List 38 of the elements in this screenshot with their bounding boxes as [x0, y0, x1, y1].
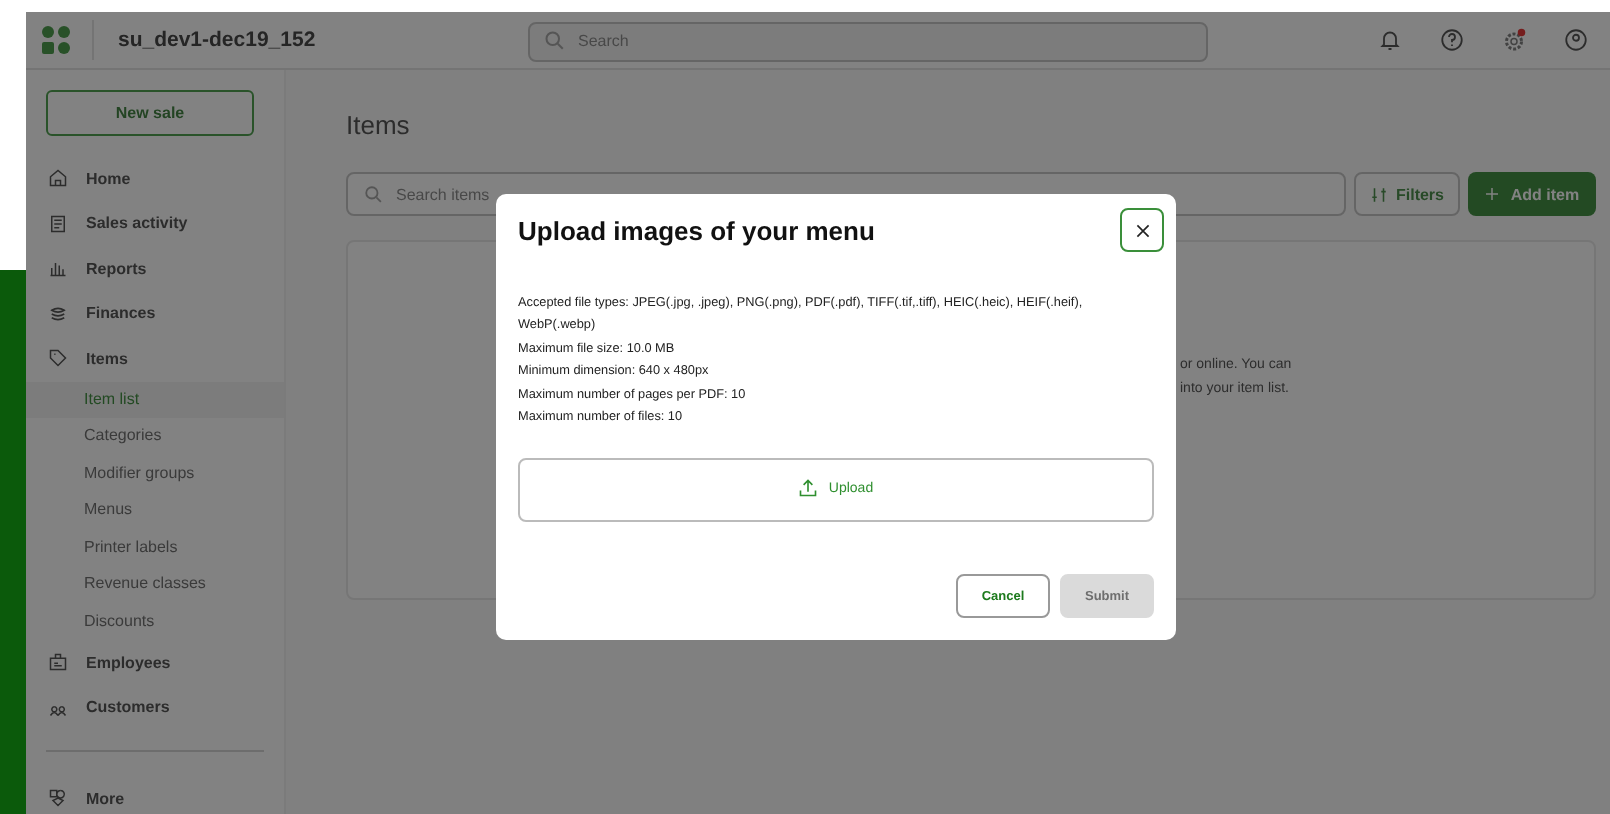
home-icon: [48, 168, 68, 189]
add-item-button[interactable]: Add item: [1468, 172, 1596, 216]
profile-icon[interactable]: [1564, 28, 1588, 52]
search-icon: [364, 185, 382, 203]
bell-icon[interactable]: [1378, 28, 1402, 52]
badge-icon: [48, 652, 68, 673]
settings-icon[interactable]: [1502, 28, 1526, 52]
shapes-icon: [48, 788, 68, 809]
nav-item[interactable]: Customers: [26, 685, 284, 730]
plus-icon: [1484, 186, 1501, 202]
nav-item[interactable]: More: [26, 776, 284, 814]
nav-subitem[interactable]: Item list: [26, 381, 284, 418]
page-title: Items: [346, 110, 412, 140]
sliders-icon: [1369, 185, 1388, 203]
nav-item[interactable]: Finances: [26, 291, 284, 336]
help-icon[interactable]: [1440, 28, 1464, 52]
nav-item[interactable]: Items: [26, 336, 284, 381]
logo-icon: [40, 26, 72, 54]
chart-icon: [48, 258, 68, 279]
nav-item[interactable]: Employees: [26, 640, 284, 685]
filters-button[interactable]: Filters: [1354, 172, 1460, 216]
upload-icon: [798, 478, 819, 499]
nav-subitem[interactable]: Revenue classes: [26, 566, 284, 603]
tag-icon: [48, 348, 68, 369]
nav-subitem[interactable]: Discounts: [26, 603, 284, 640]
nav-subitem[interactable]: Printer labels: [26, 529, 284, 566]
close-button[interactable]: [1120, 208, 1164, 252]
nav-item[interactable]: Reports: [26, 246, 284, 291]
search-icon: [544, 30, 564, 50]
dialog-title: Upload images of your menu: [518, 215, 875, 245]
new-sale-button[interactable]: New sale: [46, 90, 254, 136]
nav-item[interactable]: Sales activity: [26, 201, 284, 246]
nav-subitem[interactable]: Modifier groups: [26, 455, 284, 492]
nav-subitem[interactable]: Menus: [26, 492, 284, 529]
nav-subitem[interactable]: Categories: [26, 418, 284, 455]
close-icon: [1135, 223, 1149, 237]
nav-item[interactable]: Home: [26, 156, 284, 201]
receipt-icon: [48, 213, 68, 234]
